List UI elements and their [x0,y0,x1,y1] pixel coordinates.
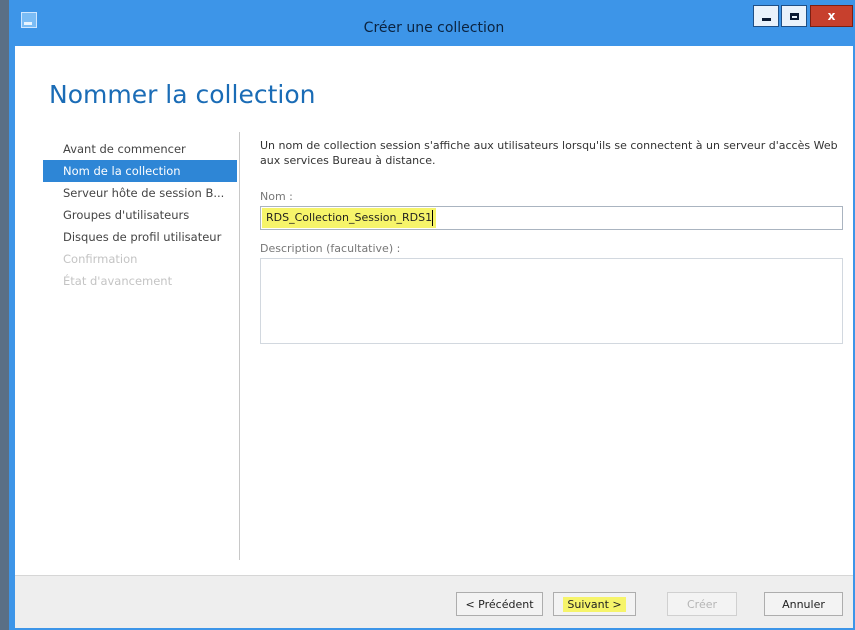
next-button[interactable]: Suivant > [553,592,636,616]
minimize-button[interactable] [753,5,779,27]
next-button-label: Suivant > [563,596,626,612]
sidebar-divider [239,132,240,560]
window-title: Créer une collection [363,20,505,36]
sidebar-item-progress: État d'avancement [63,274,173,288]
close-icon: x [827,9,836,23]
sidebar-item-profile-disks[interactable]: Disques de profil utilisateur [43,226,237,248]
name-label: Nom : [260,190,293,203]
maximize-icon [789,12,799,20]
previous-button[interactable]: < Précédent [456,592,543,616]
maximize-button[interactable] [781,5,807,27]
page-description: Un nom de collection session s'affiche a… [260,139,838,167]
minimize-icon [761,18,771,21]
text-caret [432,210,433,226]
description-label: Description (facultative) : [260,242,401,255]
page-title: Nommer la collection [49,80,316,109]
sidebar-item-before-start[interactable]: Avant de commencer [43,138,237,160]
wizard-window: Créer une collection x Nommer la collect… [9,0,855,630]
wizard-footer: < Précédent Suivant > Créer Annuler [15,575,853,628]
sidebar-item-collection-name[interactable]: Nom de la collection [43,160,237,182]
wizard-steps: Avant de commencer Nom de la collection … [43,138,237,292]
collection-name-value: RDS_Collection_Session_RDS1 [262,208,437,228]
title-bar[interactable]: Créer une collection x [15,0,853,46]
sidebar-item-confirmation: Confirmation [63,252,138,266]
create-button: Créer [667,592,737,616]
close-button[interactable]: x [810,5,853,27]
sidebar-item-session-host[interactable]: Serveur hôte de session B... [43,182,237,204]
cancel-button[interactable]: Annuler [764,592,843,616]
collection-name-input[interactable]: RDS_Collection_Session_RDS1 [260,206,843,230]
description-textarea[interactable] [260,258,843,344]
sidebar-item-user-groups[interactable]: Groupes d'utilisateurs [43,204,237,226]
